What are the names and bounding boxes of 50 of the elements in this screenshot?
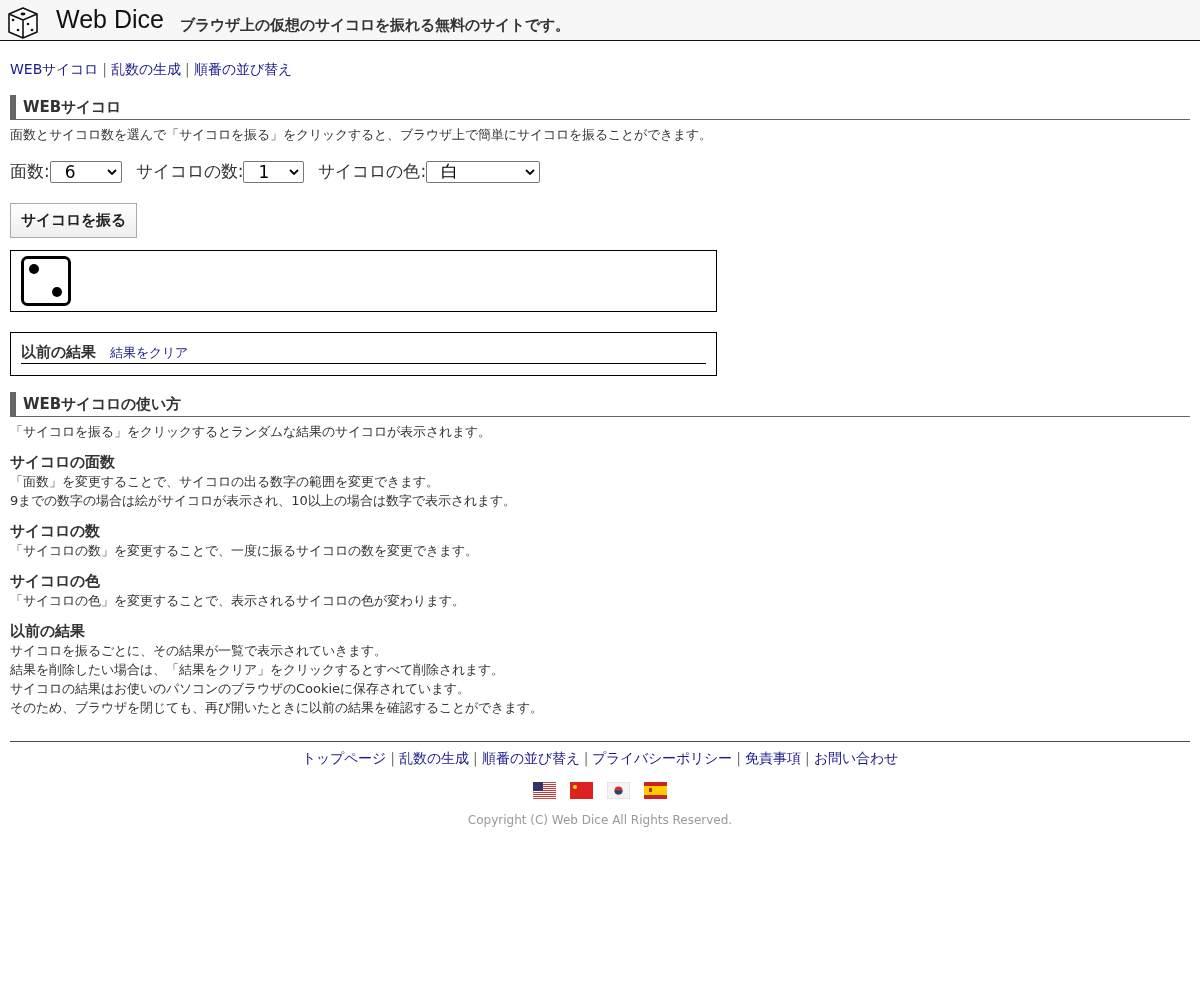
topic-text: サイコロの結果はお使いのパソコンのブラウザのCookieに保存されています。 xyxy=(10,680,472,698)
topic-heading: サイコロの色 xyxy=(10,572,101,591)
topic-heading: 以前の結果 xyxy=(10,622,86,641)
select-label: サイコロの数: xyxy=(135,160,244,183)
topic-heading: サイコロの面数 xyxy=(10,453,116,472)
dropdown-select[interactable]: 6 xyxy=(49,160,122,183)
separator: | xyxy=(736,750,742,768)
history-title: 以前の結果 xyxy=(21,343,96,362)
separator: | xyxy=(583,750,589,768)
topic-text: 「面数」を変更することで、サイコロの出る数字の範囲を変更できます。 xyxy=(10,473,440,491)
site-tagline: ブラウザ上の仮想のサイコロを振れる無料のサイトです。 xyxy=(179,16,570,36)
dice-icon xyxy=(21,256,71,306)
footer-link[interactable]: 免責事項 xyxy=(745,750,802,768)
topic-text: 「サイコロの色」を変更することで、表示されるサイコロの色が変わります。 xyxy=(10,592,466,610)
nav-link[interactable]: 順番の並び替え xyxy=(193,61,292,79)
footer-link[interactable]: トップページ xyxy=(302,750,387,768)
copyright-text: Copyright (C) Web Dice All Rights Reserved. xyxy=(467,813,733,827)
flag-icon[interactable] xyxy=(607,782,630,799)
dropdown-select[interactable]: 1 xyxy=(243,160,305,183)
separator: | xyxy=(805,750,810,768)
nav-link[interactable]: WEBサイコロ xyxy=(10,61,99,79)
clear-results-link[interactable]: 結果をクリア xyxy=(110,344,188,362)
footer-link[interactable]: 乱数の生成 xyxy=(398,750,469,768)
footer-link[interactable]: お問い合わせ xyxy=(813,750,898,768)
separator: | xyxy=(472,750,478,768)
topic-heading: サイコロの数 xyxy=(10,522,101,541)
footer-link[interactable]: 順番の並び替え xyxy=(481,750,580,768)
intro-text: 「サイコロを振る」をクリックするとランダムな結果のサイコロが表示されます。 xyxy=(10,423,492,441)
separator: | xyxy=(102,61,107,79)
roll-button[interactable]: サイコロを振る xyxy=(10,203,137,238)
separator: | xyxy=(185,61,190,79)
section-heading: WEBサイコロ xyxy=(10,95,1190,120)
select-label: 面数: xyxy=(10,160,50,183)
topic-text: 結果を削除したい場合は、「結果をクリア」をクリックするとすべて削除されます。 xyxy=(10,661,505,679)
intro-text: 面数とサイコロ数を選んで「サイコロを振る」をクリックすると、ブラウザ上で簡単にサイコロを振ることができます。 xyxy=(10,126,713,144)
chevron-icon xyxy=(289,168,300,175)
chevron-icon xyxy=(106,168,117,175)
flag-icon[interactable] xyxy=(533,782,556,799)
topic-text: そのため、ブラウザを閉じても、再び開いたときに以前の結果を確認することができます。 xyxy=(10,699,544,717)
nav-link[interactable]: 乱数の生成 xyxy=(111,61,181,79)
select-label: サイコロの色: xyxy=(318,160,427,183)
dropdown-select[interactable]: 白 xyxy=(426,160,541,183)
footer-link[interactable]: プライバシーポリシー xyxy=(592,750,733,768)
topic-text: サイコロを振るごとに、その結果が一覧で表示されていきます。 xyxy=(10,642,388,660)
chevron-icon xyxy=(525,168,536,175)
separator: | xyxy=(390,750,395,768)
section-heading: WEBサイコロの使い方 xyxy=(10,392,1190,417)
site-logo[interactable]: Web Dice xyxy=(56,5,164,40)
topic-text: 「サイコロの数」を変更することで、一度に振るサイコロの数を変更できます。 xyxy=(10,542,479,560)
topic-text: 9までの数字の場合は絵がサイコロが表示され、10以上の場合は数字で表示されます。 xyxy=(10,492,517,510)
